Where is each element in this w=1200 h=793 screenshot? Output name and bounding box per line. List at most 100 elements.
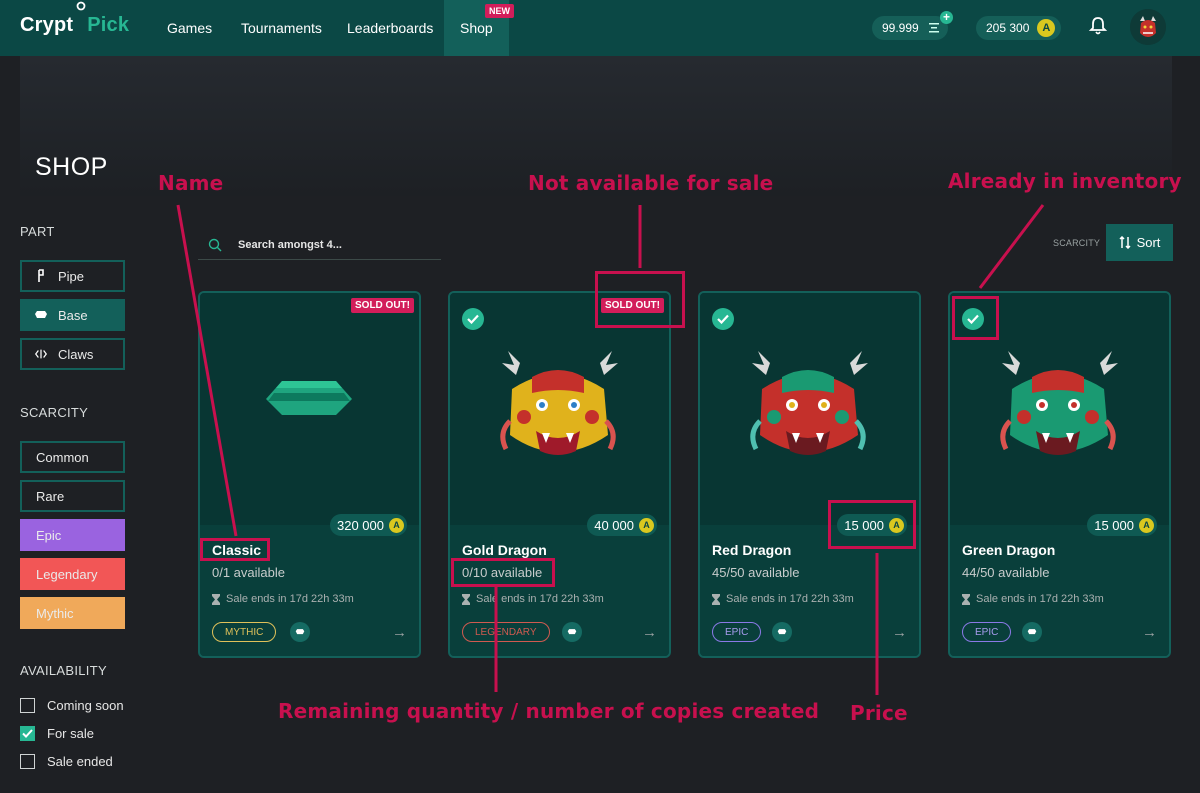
base-icon — [1022, 622, 1042, 642]
filter-part-pipe[interactable]: Pipe — [20, 260, 125, 292]
avatar[interactable] — [1130, 9, 1166, 45]
filter-part-base[interactable]: Base — [20, 299, 125, 331]
coin-icon: A — [639, 517, 654, 533]
card-name: Green Dragon — [962, 542, 1056, 558]
page-title: SHOP — [35, 153, 108, 181]
filter-label: Rare — [36, 488, 65, 504]
nav-tournaments[interactable]: Tournaments — [241, 0, 322, 56]
filter-coming-soon[interactable]: Coming soon — [20, 698, 124, 713]
card-sale-ends: Sale ends in 17d 22h 33m — [712, 593, 854, 605]
token-balance-value: 99.999 — [882, 21, 919, 35]
card-sale-ends: Sale ends in 17d 22h 33m — [462, 593, 604, 605]
filter-scarcity-mythic[interactable]: Mythic — [20, 597, 125, 629]
scarcity-tag: EPIC — [962, 622, 1012, 642]
annotation-box-owned — [952, 296, 999, 340]
card-name: Gold Dragon — [462, 542, 547, 558]
part-heading: PART — [20, 224, 55, 239]
card-availability: 45/50 available — [712, 565, 800, 580]
token-icon — [928, 23, 939, 33]
price-value: 320 000 — [337, 517, 384, 533]
filter-for-sale[interactable]: For sale — [20, 726, 94, 741]
filter-label: Legendary — [36, 566, 98, 582]
filter-part-claws[interactable]: Claws — [20, 338, 125, 370]
checkbox-label: Coming soon — [47, 698, 124, 713]
arrow-right-icon[interactable]: → — [1142, 624, 1157, 641]
coin-icon: A — [1037, 19, 1056, 37]
arrow-right-icon[interactable]: → — [642, 624, 657, 641]
nav-leaderboards[interactable]: Leaderboards — [347, 0, 433, 56]
filter-sale-ended[interactable]: Sale ended — [20, 754, 113, 769]
checkbox-checked[interactable] — [20, 726, 35, 741]
price-value: 40 000 — [594, 517, 634, 533]
nav-games[interactable]: Games — [167, 0, 212, 56]
search-icon — [208, 238, 222, 251]
annotation-remaining: Remaining quantity / number of copies cr… — [278, 699, 820, 723]
sale-ends-text: Sale ends in 17d 22h 33m — [976, 593, 1104, 605]
new-badge: NEW — [485, 4, 514, 18]
arrow-right-icon[interactable]: → — [392, 624, 407, 641]
annotation-not-available: Not available for sale — [528, 171, 774, 195]
hourglass-icon — [712, 593, 720, 605]
annotation-box-price — [828, 500, 916, 549]
availability-heading: AVAILABILITY — [20, 663, 107, 678]
filter-label: Common — [36, 449, 89, 465]
scarcity-tag: MYTHIC — [212, 622, 277, 642]
base-item-image — [266, 381, 352, 415]
coin-balance-value: 205 300 — [986, 21, 1030, 35]
avatar-dragon-icon — [1130, 9, 1166, 45]
annotation-box-remaining — [451, 558, 555, 587]
arrow-right-icon[interactable]: → — [892, 624, 907, 641]
sort-button[interactable]: Sort — [1106, 224, 1173, 261]
hourglass-icon — [962, 593, 970, 605]
coin-balance[interactable]: 205 300 A — [976, 16, 1061, 40]
sort-icon — [1119, 236, 1131, 249]
sort-label: Sort — [1136, 235, 1161, 250]
base-icon — [562, 622, 582, 642]
card-sale-ends: Sale ends in 17d 22h 33m — [212, 593, 354, 605]
annotation-in-inventory: Already in inventory — [948, 169, 1182, 193]
owned-check-icon — [712, 308, 734, 330]
base-icon — [772, 622, 792, 642]
filter-scarcity-legendary[interactable]: Legendary — [20, 558, 125, 590]
hourglass-icon — [212, 593, 220, 605]
card-image — [700, 293, 919, 525]
search-input[interactable]: Search amongst 4... — [198, 230, 441, 260]
claw-logo-icon — [76, 1, 86, 11]
card-image — [200, 293, 419, 525]
top-navbar: Crypt Pick Games Tournaments Leaderboards… — [0, 0, 1200, 56]
scarcity-tag: LEGENDARY — [462, 622, 550, 642]
owned-check-icon — [462, 308, 484, 330]
shop-card-classic[interactable]: SOLD OUT! 320 000 A Classic 0/1 available… — [198, 291, 421, 658]
price-badge: 15 000 A — [1087, 514, 1157, 536]
base-icon — [34, 308, 48, 322]
price-badge: 40 000 A — [587, 514, 657, 536]
filter-scarcity-epic[interactable]: Epic — [20, 519, 125, 551]
filter-label: Mythic — [36, 605, 74, 621]
bell-icon[interactable] — [1088, 16, 1108, 36]
checkbox[interactable] — [20, 754, 35, 769]
red-dragon-image — [750, 351, 868, 455]
card-availability: 44/50 available — [962, 565, 1050, 580]
filter-label: Claws — [58, 346, 94, 362]
app-logo[interactable]: Crypt Pick — [20, 1, 129, 37]
token-balance[interactable]: 99.999 — [872, 16, 948, 40]
annotation-price: Price — [850, 701, 908, 725]
sold-out-badge: SOLD OUT! — [351, 298, 414, 313]
coin-icon: A — [389, 517, 404, 533]
card-sale-ends: Sale ends in 17d 22h 33m — [962, 593, 1104, 605]
check-icon — [22, 729, 33, 738]
price-badge: 320 000 A — [330, 514, 407, 536]
filter-scarcity-common[interactable]: Common — [20, 441, 125, 473]
pipe-icon — [34, 269, 48, 283]
search-placeholder: Search amongst 4... — [238, 238, 342, 251]
filter-scarcity-rare[interactable]: Rare — [20, 480, 125, 512]
checkbox[interactable] — [20, 698, 35, 713]
add-tokens-button[interactable]: + — [940, 11, 953, 24]
card-name: Red Dragon — [712, 542, 792, 558]
checkbox-label: For sale — [47, 726, 94, 741]
shop-card-green-dragon[interactable]: 15 000 A Green Dragon 44/50 available Sal… — [948, 291, 1171, 658]
shop-card-gold-dragon[interactable]: SOLD OUT! 40 000 A Gold Dragon 0/10 avail… — [448, 291, 671, 658]
price-value: 15 000 — [1094, 517, 1134, 533]
annotation-box-name — [200, 538, 270, 561]
shop-card-red-dragon[interactable]: 15 000 A Red Dragon 45/50 available Sale … — [698, 291, 921, 658]
